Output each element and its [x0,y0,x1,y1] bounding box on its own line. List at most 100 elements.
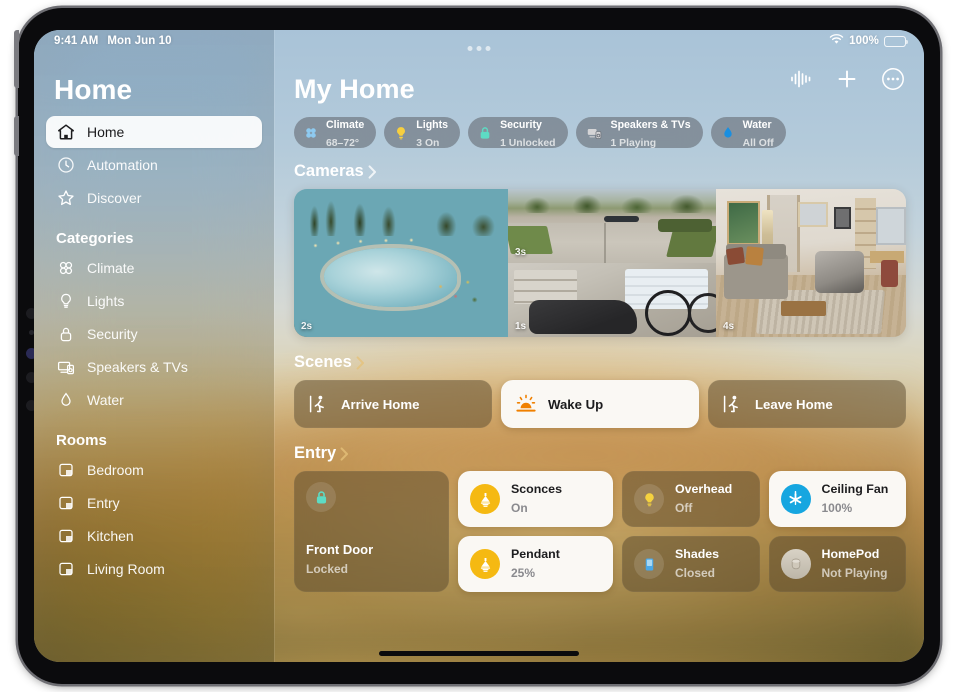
accessory-tile-overhead[interactable]: Overhead Off [622,471,760,527]
media-waveform-button[interactable] [788,66,814,92]
accessory-name: Overhead [675,482,733,497]
sidebar-item-label: Automation [87,157,158,173]
cameras-column: 3s 1s [508,189,716,337]
sidebar-item-automation[interactable]: Automation [46,149,262,181]
accessory-name: Shades [675,547,720,562]
chevron-right-icon [356,355,365,370]
multitasking-handle[interactable] [467,46,491,51]
chip-value: 1 Playing [610,137,657,149]
water-drop-icon [720,125,736,141]
sidebar-item-security[interactable]: Security [46,318,262,350]
sidebar-item-label: Bedroom [87,462,144,478]
status-chip-security[interactable]: Security 1 Unlocked [468,117,568,149]
sidebar-title: Home [54,74,133,105]
accessory-state: Not Playing [821,566,888,580]
scene-leave-home[interactable]: Leave Home [708,380,906,428]
camera-feed-image [716,189,906,337]
sidebar-item-living-room[interactable]: Living Room [46,553,262,585]
lock-icon [56,324,76,344]
chip-label: Security [500,118,542,131]
figure-walk-icon [308,393,330,415]
chip-label: Water [742,118,772,131]
accessory-tile-homepod[interactable]: HomePod Not Playing [768,536,906,592]
accessory-state: Locked [306,562,349,577]
accessory-state: On [511,501,528,515]
camera-tile-driveway[interactable]: 3s [508,189,716,263]
lightbulb-icon [56,291,76,311]
sidebar-item-label: Security [87,326,138,342]
speaker-tv-icon [56,357,76,377]
sidebar-item-entry[interactable]: Entry [46,487,262,519]
cameras-section-title[interactable]: Cameras [294,162,377,181]
camera-tile-living-room[interactable]: 4s [716,189,906,337]
sidebar-item-label: Climate [87,260,135,276]
accessory-name: Pendant [511,547,560,562]
camera-timestamp: 1s [515,321,527,332]
scenes-section-title[interactable]: Scenes [294,353,365,372]
status-chips-row: Climate 68–72° Lights 3 On Security 1 Un… [294,117,906,149]
section-label: Cameras [294,162,364,180]
scene-arrive-home[interactable]: Arrive Home [294,380,492,428]
accessory-tile-sconces[interactable]: Sconces On [458,471,613,527]
sidebar-item-climate[interactable]: Climate [46,252,262,284]
fan-icon [56,258,76,278]
scene-wake-up[interactable]: Wake Up [501,380,699,428]
scene-label: Wake Up [548,396,604,412]
room-icon [56,559,76,579]
status-chip-lights[interactable]: Lights 3 On [384,117,461,149]
camera-feed-image [508,189,716,263]
status-date: Mon Jun 10 [107,35,172,47]
entry-section-title[interactable]: Entry [294,444,349,463]
scene-label: Leave Home [755,396,833,412]
camera-timestamp: 3s [515,247,527,258]
sidebar-item-label: Water [87,392,124,408]
chip-label: Speakers & TVs [610,118,691,131]
water-drop-icon [56,390,76,410]
power-button[interactable] [14,30,19,88]
wifi-icon [829,34,844,48]
sidebar-item-water[interactable]: Water [46,384,262,416]
sidebar: Home Home Automation Discover Categories… [34,30,274,662]
add-button[interactable] [834,66,860,92]
camera-tile-garage[interactable]: 1s [508,263,716,337]
sidebar-item-home[interactable]: Home [46,116,262,148]
more-options-button[interactable] [880,66,906,92]
chip-label: Climate [326,118,365,131]
volume-button[interactable] [14,116,19,156]
accessory-state: 25% [511,566,536,580]
chip-label: Lights [416,118,449,131]
sidebar-item-kitchen[interactable]: Kitchen [46,520,262,552]
sconce-icon [470,549,500,579]
section-label: Entry [294,444,337,462]
sidebar-item-label: Speakers & TVs [87,359,188,375]
sidebar-item-discover[interactable]: Discover [46,182,262,214]
chevron-right-icon [368,164,377,179]
chip-value: 3 On [416,137,440,149]
homepod-icon [780,549,811,579]
accessory-tile-front-door[interactable]: Front Door Locked [294,471,449,592]
accessory-name: HomePod [821,547,880,562]
clock-arrow-icon [56,155,76,175]
accessory-name: Sconces [511,482,562,497]
speaker-tv-icon [585,125,604,141]
status-chip-speakers-tvs[interactable]: Speakers & TVs 1 Playing [575,117,703,149]
camera-tile-pool[interactable]: 2s [294,189,508,337]
status-chip-water[interactable]: Water All Off [710,117,786,149]
sidebar-item-lights[interactable]: Lights [46,285,262,317]
camera-timestamp: 4s [723,321,735,332]
status-chip-climate[interactable]: Climate 68–72° [294,117,377,149]
sidebar-item-label: Living Room [87,561,165,577]
accessory-tile-shades[interactable]: Shades Closed [622,536,760,592]
shade-icon [634,549,664,579]
sidebar-item-speakers-tvs[interactable]: Speakers & TVs [46,351,262,383]
handle-dot [485,46,491,51]
sidebar-item-bedroom[interactable]: Bedroom [46,454,262,486]
scenes-row: Arrive Home Wake Up Leave Home [294,380,906,428]
ipad-screen: 9:41 AM Mon Jun 10 100% Home Home Automa… [34,30,924,662]
lightbulb-icon [634,484,664,514]
sidebar-item-label: Home [87,124,125,140]
accessory-tile-pendant[interactable]: Pendant 25% [458,536,613,592]
home-indicator[interactable] [379,651,579,656]
accessory-tile-ceiling-fan[interactable]: Ceiling Fan 100% [768,471,906,527]
status-time: 9:41 AM [54,35,99,47]
